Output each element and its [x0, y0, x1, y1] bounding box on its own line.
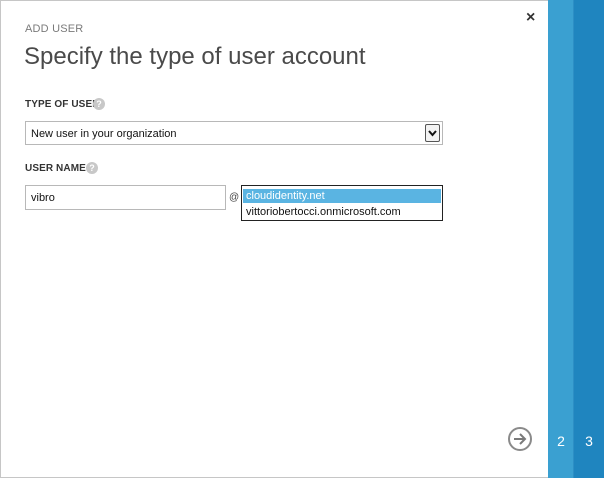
- wizard-step-2[interactable]: 2: [548, 0, 574, 478]
- chevron-down-icon[interactable]: [425, 124, 440, 142]
- help-icon[interactable]: ?: [93, 98, 105, 110]
- domain-option-onmicrosoft[interactable]: vittoriobertocci.onmicrosoft.com: [243, 205, 441, 219]
- step-number: 2: [557, 433, 565, 449]
- next-button[interactable]: [508, 427, 532, 451]
- type-of-user-label: TYPE OF USER: [25, 99, 100, 110]
- step-divider: [573, 0, 574, 478]
- domain-dropdown-list[interactable]: cloudidentity.net vittoriobertocci.onmic…: [241, 185, 443, 221]
- add-user-dialog: ADD USER Specify the type of user accoun…: [0, 0, 604, 478]
- step-number: 3: [585, 433, 593, 449]
- wizard-step-3[interactable]: 3: [574, 0, 604, 478]
- close-icon[interactable]: ×: [526, 9, 535, 27]
- type-of-user-select[interactable]: New user in your organization: [25, 121, 443, 145]
- page-title: Specify the type of user account: [24, 43, 366, 70]
- user-name-input[interactable]: [25, 185, 226, 210]
- type-of-user-selected-value: New user in your organization: [31, 128, 177, 140]
- arrow-right-icon: [514, 433, 527, 445]
- domain-option-cloudidentity[interactable]: cloudidentity.net: [243, 189, 441, 203]
- user-name-label: USER NAME: [25, 163, 86, 174]
- dialog-label: ADD USER: [25, 23, 84, 35]
- help-icon[interactable]: ?: [86, 162, 98, 174]
- at-sign: @: [229, 192, 240, 203]
